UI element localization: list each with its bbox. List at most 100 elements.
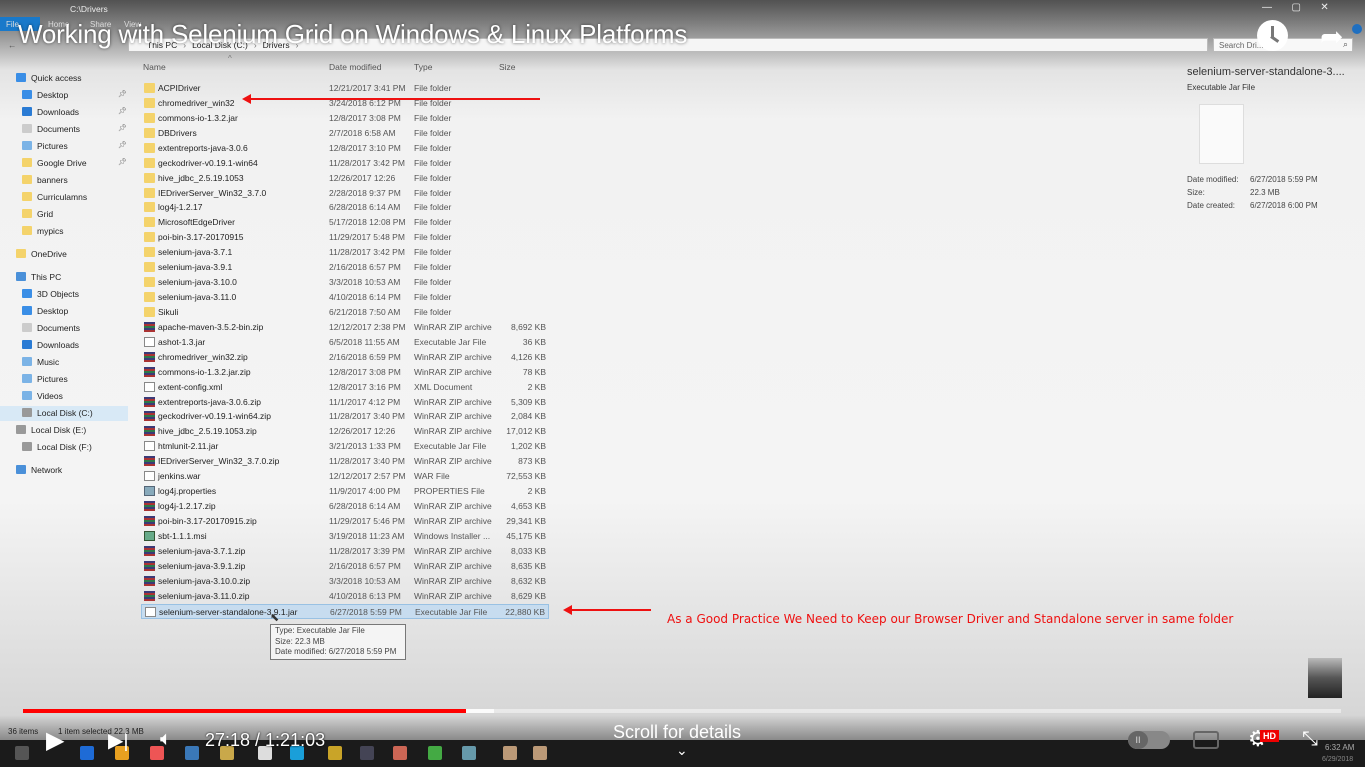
video-title[interactable]: Working with Selenium Grid on Windows & … (18, 19, 687, 50)
nav-item[interactable]: Documents (37, 124, 80, 134)
file-row[interactable]: poi-bin-3.17-20170915 11/29/2017 5:48 PM F… (141, 230, 549, 245)
progress-bar[interactable] (23, 709, 1341, 713)
taskbar-app-icon[interactable] (328, 746, 342, 760)
file-date: 4/10/2018 6:13 PM (329, 590, 401, 601)
file-row[interactable]: chromedriver_win32.zip 2/16/2018 6:59 PM W… (141, 350, 549, 365)
file-size: 8,635 KB (511, 560, 546, 571)
file-row[interactable]: selenium-java-3.10.0.zip 3/3/2018 10:53 A… (141, 574, 549, 589)
nav-item[interactable]: Downloads (37, 107, 79, 117)
file-row[interactable]: extent-config.xml 12/8/2017 3:16 PM XML Do… (141, 380, 549, 395)
nav-item[interactable]: banners (37, 175, 68, 185)
file-row[interactable]: ashot-1.3.jar 6/5/2018 11:55 AM Executable… (141, 335, 549, 350)
taskbar-app-icon[interactable] (15, 746, 29, 760)
file-row[interactable]: log4j-1.2.17 6/28/2018 6:14 AM File folder (141, 200, 549, 215)
taskbar-app-icon[interactable] (533, 746, 547, 760)
file-name: commons-io-1.3.2.jar.zip (158, 366, 251, 377)
autoplay-toggle[interactable]: II (1128, 731, 1170, 749)
file-row[interactable]: selenium-server-standalone-3.9.1.jar 6/27… (141, 603, 549, 619)
file-row[interactable]: jenkins.war 12/12/2017 2:57 PM WAR File 72,… (141, 469, 549, 484)
file-type: WinRAR ZIP archive (414, 575, 492, 586)
file-date: 11/28/2017 3:42 PM (329, 157, 405, 168)
mouse-cursor-icon: ⬉ (270, 612, 280, 624)
file-row[interactable]: hive_jdbc_2.5.19.1053.zip 12/26/2017 12:2… (141, 424, 549, 439)
column-size[interactable]: Size (499, 62, 516, 72)
file-row[interactable]: htmlunit-2.11.jar 3/21/2013 1:33 PM Execut… (141, 439, 549, 454)
chevron-down-icon[interactable]: ⌄ (676, 742, 688, 759)
file-row[interactable]: geckodriver-v0.19.1-win64.zip 11/28/2017 … (141, 409, 549, 424)
volume-icon[interactable]: 🔈︎ (160, 728, 172, 751)
file-row[interactable]: IEDriverServer_Win32_3.7.0.zip 11/28/2017… (141, 454, 549, 469)
file-row[interactable]: poi-bin-3.17-20170915.zip 11/29/2017 5:46… (141, 514, 549, 529)
ribbon-tab-file[interactable]: File (6, 20, 19, 29)
file-row[interactable]: extentreports-java-3.0.6 12/8/2017 3:10 P… (141, 141, 549, 156)
file-row[interactable]: extentreports-java-3.0.6.zip 11/1/2017 4:… (141, 395, 549, 410)
folder-icon (144, 83, 155, 93)
share-icon[interactable]: ➦ (1320, 20, 1343, 53)
file-row[interactable]: Sikuli 6/21/2018 7:50 AM File folder (141, 305, 549, 320)
file-row[interactable]: selenium-java-3.7.1.zip 11/28/2017 3:39 P… (141, 544, 549, 559)
file-row[interactable]: selenium-java-3.10.0 3/3/2018 10:53 AM Fil… (141, 275, 549, 290)
file-row[interactable]: selenium-java-3.9.1 2/16/2018 6:57 PM File… (141, 260, 549, 275)
help-icon[interactable] (1352, 24, 1362, 34)
nav-item[interactable]: Videos (37, 391, 63, 401)
file-row[interactable]: geckodriver-v0.19.1-win64 11/28/2017 3:42… (141, 156, 549, 171)
nav-item[interactable]: Local Disk (F:) (37, 442, 92, 452)
taskbar-app-icon[interactable] (185, 746, 199, 760)
taskbar-app-icon[interactable] (393, 746, 407, 760)
file-row[interactable]: commons-io-1.3.2.jar 12/8/2017 3:08 PM Fil… (141, 111, 549, 126)
folder-icon (144, 292, 155, 303)
file-row[interactable]: hive_jdbc_2.5.19.1053 12/26/2017 12:26 Fil… (141, 171, 549, 186)
file-row[interactable]: ACPIDriver 12/21/2017 3:41 PM File folder (141, 81, 549, 96)
taskbar-app-icon[interactable] (503, 746, 517, 760)
nav-item[interactable]: Local Disk (C:) (37, 408, 93, 418)
column-name[interactable]: Name (143, 62, 166, 72)
nav-item[interactable]: This PC (31, 272, 61, 282)
back-button[interactable]: ← (8, 40, 17, 50)
nav-item[interactable]: Downloads (37, 340, 79, 350)
exit-fullscreen-icon[interactable]: ⤡ (1302, 728, 1318, 751)
file-name: selenium-java-3.7.1.zip (158, 545, 246, 556)
nav-item[interactable]: Quick access (31, 73, 82, 83)
file-name: sbt-1.1.1.msi (158, 530, 207, 541)
hd-badge: HD (1260, 730, 1279, 742)
taskbar-app-icon[interactable] (80, 746, 94, 760)
nav-item[interactable]: Grid (37, 209, 53, 219)
file-row[interactable]: selenium-java-3.11.0.zip 4/10/2018 6:13 P… (141, 589, 549, 604)
nav-item[interactable]: Google Drive (37, 158, 87, 168)
file-name: log4j-1.2.17.zip (158, 501, 216, 512)
nav-item[interactable]: 3D Objects (37, 289, 79, 299)
file-row[interactable]: selenium-java-3.9.1.zip 2/16/2018 6:57 PM… (141, 559, 549, 574)
file-row[interactable]: IEDriverServer_Win32_3.7.0 2/28/2018 9:37… (141, 186, 549, 201)
column-date[interactable]: Date modified (329, 62, 381, 72)
scroll-hint[interactable]: Scroll for details (613, 722, 741, 743)
nav-item[interactable]: Music (37, 357, 59, 367)
pic-icon (22, 391, 32, 400)
file-row[interactable]: apache-maven-3.5.2-bin.zip 12/12/2017 2:3… (141, 320, 549, 335)
nav-item[interactable]: Curriculamns (37, 192, 87, 202)
nav-item[interactable]: Desktop (37, 306, 68, 316)
file-date: 11/28/2017 3:39 PM (329, 545, 405, 556)
taskbar-app-icon[interactable] (462, 746, 476, 760)
file-row[interactable]: sbt-1.1.1.msi 3/19/2018 11:23 AM Windows I… (141, 529, 549, 544)
nav-item[interactable]: Local Disk (E:) (31, 425, 86, 435)
file-row[interactable]: log4j-1.2.17.zip 6/28/2018 6:14 AM WinRAR … (141, 499, 549, 514)
subtitles-icon[interactable] (1193, 731, 1219, 749)
file-row[interactable]: commons-io-1.3.2.jar.zip 12/8/2017 3:08 P… (141, 365, 549, 380)
column-type[interactable]: Type (414, 62, 432, 72)
nav-item[interactable]: OneDrive (31, 249, 67, 259)
nav-item[interactable]: Documents (37, 323, 80, 333)
nav-item[interactable]: Network (31, 465, 62, 475)
file-row[interactable]: MicrosoftEdgeDriver 5/17/2018 12:08 PM Fil… (141, 215, 549, 230)
taskbar-app-icon[interactable] (428, 746, 442, 760)
file-row[interactable]: DBDrivers 2/7/2018 6:58 AM File folder (141, 126, 549, 141)
file-row[interactable]: selenium-java-3.11.0 4/10/2018 6:14 PM Fil… (141, 290, 549, 305)
nav-item[interactable]: Desktop (37, 90, 68, 100)
nav-item[interactable]: Pictures (37, 141, 68, 151)
file-row[interactable]: selenium-java-3.7.1 11/28/2017 3:42 PM Fil… (141, 245, 549, 260)
watch-later-icon[interactable] (1257, 20, 1288, 51)
window-controls[interactable]: — ▢ ✕ (1262, 2, 1329, 13)
taskbar-app-icon[interactable] (360, 746, 374, 760)
nav-item[interactable]: mypics (37, 226, 63, 236)
nav-item[interactable]: Pictures (37, 374, 68, 384)
file-row[interactable]: log4j.properties 11/9/2017 4:00 PM PROPERT… (141, 484, 549, 499)
